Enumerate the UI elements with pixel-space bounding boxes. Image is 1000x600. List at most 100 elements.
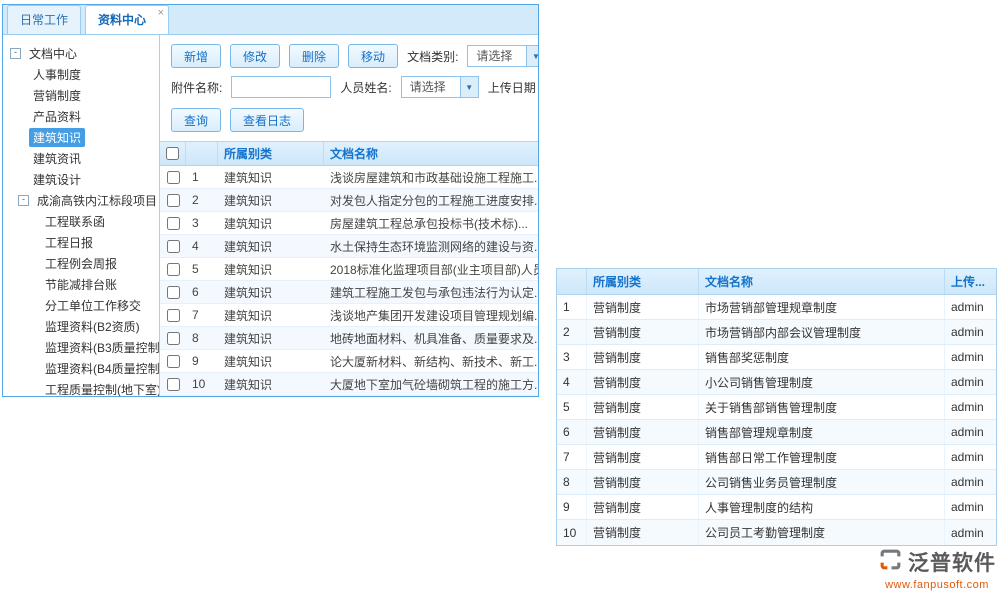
- tree-node[interactable]: 营销制度: [10, 85, 159, 106]
- row-index: 3: [557, 345, 587, 369]
- row-checkbox[interactable]: [167, 286, 180, 299]
- table-row[interactable]: 10 营销制度 公司员工考勤管理制度 admin: [557, 520, 996, 545]
- row-doc-name: 地砖地面材料、机具准备、质量要求及...: [324, 327, 538, 349]
- table-row[interactable]: 6 建筑知识 建筑工程施工发包与承包违法行为认定...: [160, 281, 538, 304]
- tree-label: 营销制度: [29, 86, 85, 105]
- table-row[interactable]: 7 营销制度 销售部日常工作管理制度 admin: [557, 445, 996, 470]
- row-checkbox[interactable]: [167, 378, 180, 391]
- row-checkbox[interactable]: [167, 309, 180, 322]
- close-icon[interactable]: ×: [158, 7, 164, 19]
- row-checkbox[interactable]: [167, 355, 180, 368]
- table-row[interactable]: 1 建筑知识 浅谈房屋建筑和市政基础设施工程施工...: [160, 166, 538, 189]
- row-index: 2: [557, 320, 587, 344]
- row-checkbox[interactable]: [167, 217, 180, 230]
- table-row[interactable]: 1 营销制度 市场营销部管理规章制度 admin: [557, 295, 996, 320]
- tree-node[interactable]: 工程联系函: [10, 211, 159, 232]
- col-index: [186, 142, 218, 165]
- tree-node-project[interactable]: - 成渝高铁内江标段项目: [10, 190, 159, 211]
- tree-node[interactable]: 监理资料(B4质量控制): [10, 358, 159, 379]
- col-category[interactable]: 所属别类: [218, 142, 324, 165]
- tree-node[interactable]: 工程日报: [10, 232, 159, 253]
- tree-label: 监理资料(B3质量控制): [41, 338, 160, 357]
- view-log-button[interactable]: 查看日志: [230, 108, 304, 132]
- tree-label: 建筑设计: [29, 170, 85, 189]
- row-category: 建筑知识: [218, 281, 324, 303]
- tree-node[interactable]: 监理资料(B2资质): [10, 316, 159, 337]
- row-doc-name: 人事管理制度的结构: [699, 495, 945, 519]
- doc-category-select[interactable]: 请选择 ▼: [467, 45, 538, 67]
- tree-node[interactable]: 建筑资讯: [10, 148, 159, 169]
- row-index: 10: [557, 520, 587, 545]
- table-row[interactable]: 10 建筑知识 大厦地下室加气砼墙砌筑工程的施工方...: [160, 373, 538, 396]
- table-row[interactable]: 4 建筑知识 水土保持生态环境监测网络的建设与资...: [160, 235, 538, 258]
- row-category: 建筑知识: [218, 304, 324, 326]
- tab-daily-work[interactable]: 日常工作: [7, 5, 81, 34]
- tree-node-selected[interactable]: 建筑知识: [10, 127, 159, 148]
- query-button[interactable]: 查询: [171, 108, 221, 132]
- table-row[interactable]: 9 建筑知识 论大厦新材料、新结构、新技术、新工...: [160, 350, 538, 373]
- table-row[interactable]: 8 营销制度 公司销售业务员管理制度 admin: [557, 470, 996, 495]
- collapse-icon[interactable]: -: [10, 48, 21, 59]
- attachment-name-input[interactable]: [231, 76, 331, 98]
- tree-node[interactable]: 人事制度: [10, 64, 159, 85]
- row-index: 2: [186, 189, 218, 211]
- table-row[interactable]: 7 建筑知识 浅谈地产集团开发建设项目管理规划编...: [160, 304, 538, 327]
- tree-node[interactable]: 产品资料: [10, 106, 159, 127]
- tree-node[interactable]: 工程质量控制(地下室): [10, 379, 159, 396]
- row-doc-name: 公司销售业务员管理制度: [699, 470, 945, 494]
- collapse-icon[interactable]: -: [18, 195, 29, 206]
- row-category: 建筑知识: [218, 327, 324, 349]
- row-index: 6: [186, 281, 218, 303]
- tree-node[interactable]: 节能减排台账: [10, 274, 159, 295]
- select-all-checkbox[interactable]: [166, 147, 179, 160]
- row-checkbox[interactable]: [167, 171, 180, 184]
- add-button[interactable]: 新增: [171, 44, 221, 68]
- modify-button[interactable]: 修改: [230, 44, 280, 68]
- row-category: 建筑知识: [218, 373, 324, 395]
- delete-button[interactable]: 删除: [289, 44, 339, 68]
- table-row[interactable]: 4 营销制度 小公司销售管理制度 admin: [557, 370, 996, 395]
- row-checkbox[interactable]: [167, 194, 180, 207]
- row-category: 营销制度: [587, 295, 699, 319]
- person-name-label: 人员姓名:: [340, 79, 391, 96]
- col-index: [557, 269, 587, 294]
- tree-node[interactable]: 工程例会周报: [10, 253, 159, 274]
- table-row[interactable]: 6 营销制度 销售部管理规章制度 admin: [557, 420, 996, 445]
- tree-node[interactable]: 建筑设计: [10, 169, 159, 190]
- tab-data-center[interactable]: 资料中心 ×: [85, 5, 169, 34]
- col-doc-name[interactable]: 文档名称: [324, 142, 538, 165]
- table-row[interactable]: 8 建筑知识 地砖地面材料、机具准备、质量要求及...: [160, 327, 538, 350]
- table-row[interactable]: 3 建筑知识 房屋建筑工程总承包投标书(技术标)...: [160, 212, 538, 235]
- col-category[interactable]: 所属别类: [587, 269, 699, 294]
- table-row[interactable]: 3 营销制度 销售部奖惩制度 admin: [557, 345, 996, 370]
- person-name-select[interactable]: 请选择 ▼: [401, 76, 479, 98]
- toolbar-row-query: 查询 查看日志: [160, 98, 538, 132]
- table-row[interactable]: 2 建筑知识 对发包人指定分包的工程施工进度安排...: [160, 189, 538, 212]
- tree-node[interactable]: 监理资料(B3质量控制): [10, 337, 159, 358]
- row-checkbox[interactable]: [167, 263, 180, 276]
- move-button[interactable]: 移动: [348, 44, 398, 68]
- row-index: 9: [186, 350, 218, 372]
- row-checkbox[interactable]: [167, 240, 180, 253]
- table-row[interactable]: 2 营销制度 市场营销部内部会议管理制度 admin: [557, 320, 996, 345]
- row-doc-name: 建筑工程施工发包与承包违法行为认定...: [324, 281, 538, 303]
- row-category: 营销制度: [587, 520, 699, 545]
- col-uploader[interactable]: 上传...: [945, 269, 996, 294]
- row-index: 4: [186, 235, 218, 257]
- tree-node[interactable]: 分工单位工作移交: [10, 295, 159, 316]
- row-category: 建筑知识: [218, 258, 324, 280]
- attachment-name-label: 附件名称:: [171, 79, 222, 96]
- row-category: 营销制度: [587, 320, 699, 344]
- row-checkbox[interactable]: [167, 332, 180, 345]
- tree-node-root[interactable]: - 文档中心: [10, 43, 159, 64]
- table-body: 1 建筑知识 浅谈房屋建筑和市政基础设施工程施工... 2 建筑知识 对发包人指…: [160, 166, 538, 396]
- col-doc-name[interactable]: 文档名称: [699, 269, 945, 294]
- row-index: 7: [557, 445, 587, 469]
- table-row[interactable]: 5 建筑知识 2018标准化监理项目部(业主项目部)人员...: [160, 258, 538, 281]
- table-row[interactable]: 9 营销制度 人事管理制度的结构 admin: [557, 495, 996, 520]
- row-index: 6: [557, 420, 587, 444]
- brand-name: 泛普软件: [908, 547, 996, 577]
- table-row[interactable]: 5 营销制度 关于销售部销售管理制度 admin: [557, 395, 996, 420]
- row-category: 营销制度: [587, 445, 699, 469]
- marketing-table: 所属别类 文档名称 上传... 1 营销制度 市场营销部管理规章制度 admin…: [556, 268, 997, 546]
